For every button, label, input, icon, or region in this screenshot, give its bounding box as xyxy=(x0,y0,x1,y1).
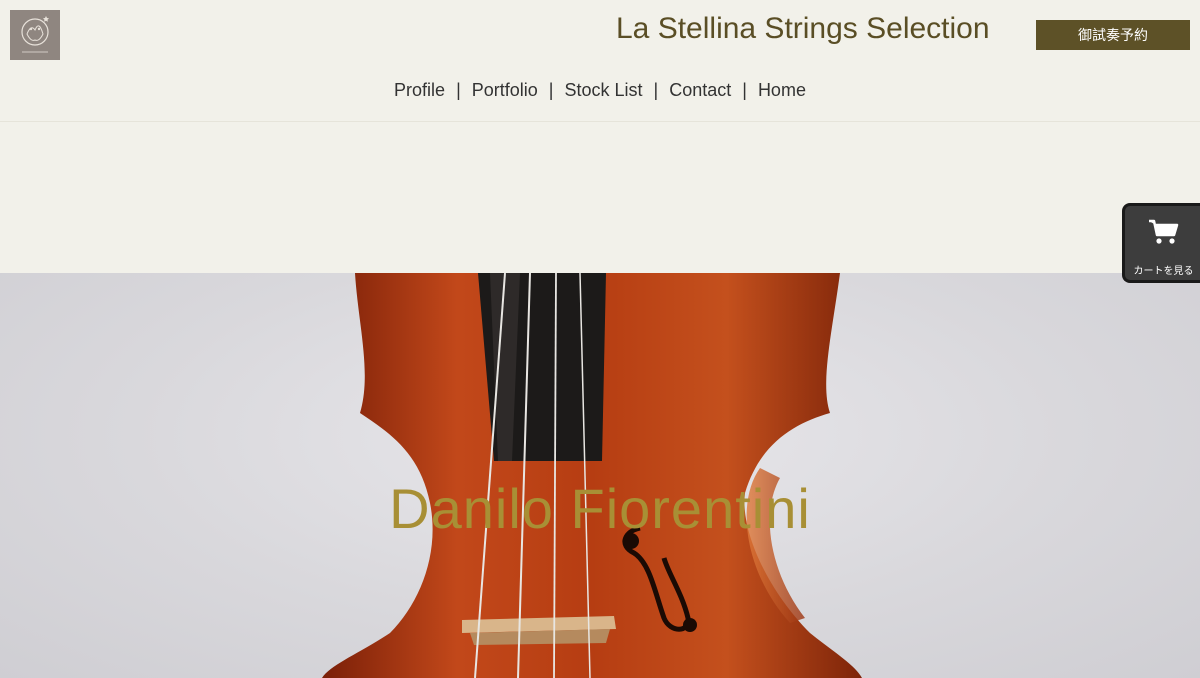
nav-separator: | xyxy=(742,80,747,100)
nav-separator: | xyxy=(456,80,461,100)
main-nav: Profile | Portfolio | Stock List | Contact | Hom… xyxy=(0,80,1200,101)
hero-section: Danilo Fiorentini xyxy=(0,273,1200,678)
cart-label: カートを見る xyxy=(1133,266,1194,277)
nav-separator: | xyxy=(548,80,554,100)
nav-item-profile[interactable]: Profile xyxy=(394,80,445,100)
nav-item-portfolio[interactable]: Portfolio xyxy=(472,80,538,100)
nav-item-stock-list[interactable]: Stock List xyxy=(564,80,642,100)
logo-emblem-icon xyxy=(21,16,49,53)
nav-separator: | xyxy=(653,80,659,100)
nav-item-home[interactable]: Home xyxy=(758,80,806,100)
reservation-button[interactable]: 御試奏予約 xyxy=(1036,20,1190,50)
site-title[interactable]: La Stellina Strings Selection xyxy=(616,12,990,46)
view-cart-button[interactable]: カートを見る xyxy=(1122,203,1200,283)
cart-icon xyxy=(1149,219,1179,244)
nav-item-contact[interactable]: Contact xyxy=(669,80,731,100)
site-logo[interactable] xyxy=(10,10,60,60)
hero-title: Danilo Fiorentini xyxy=(389,477,811,540)
site-header: La Stellina Strings Selection 御試奏予約 Prof… xyxy=(0,0,1200,122)
header-spacer-band xyxy=(0,122,1200,273)
